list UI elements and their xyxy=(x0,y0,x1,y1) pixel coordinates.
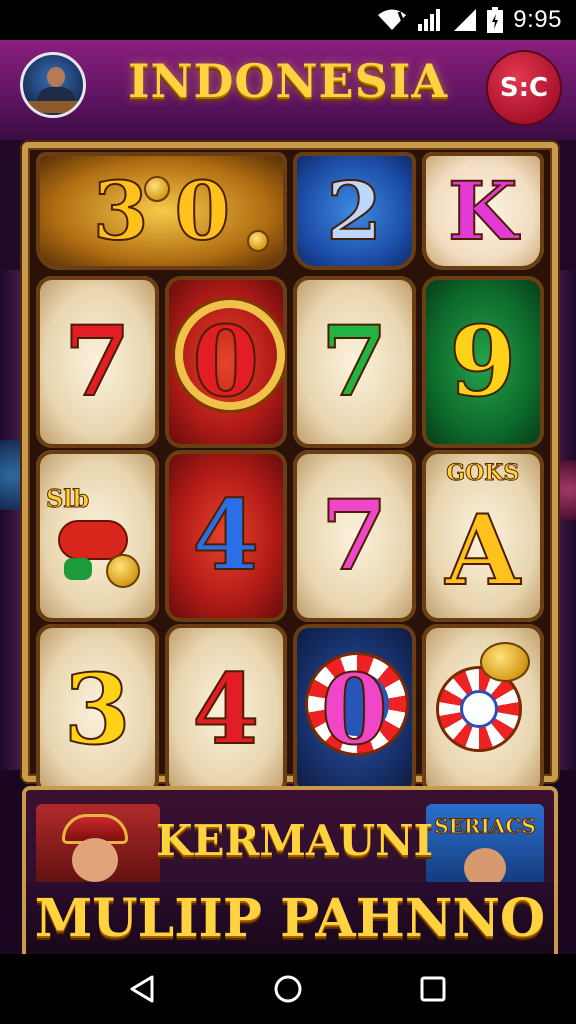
reel-grid: 3 0 2 K 7 0 7 9 Slb 4 7 GOKS A 3 4 0 xyxy=(36,152,544,796)
gem-icon xyxy=(64,558,92,580)
clock: 9:95 xyxy=(513,6,562,33)
reel-symbol-7-red: 7 xyxy=(36,276,159,448)
status-bar: 9:95 xyxy=(0,0,576,40)
presenter-avatar[interactable] xyxy=(20,52,86,118)
game-header: INDONESIA S:C xyxy=(0,40,576,140)
reel-symbol-4-red: 4 xyxy=(164,624,287,796)
reel-symbol-a: GOKS A xyxy=(421,450,544,622)
signal-icon xyxy=(417,8,443,32)
game-title: INDONESIA xyxy=(127,54,449,108)
back-triangle-icon[interactable] xyxy=(123,969,163,1009)
reel-symbol-2: 2 xyxy=(293,152,416,270)
home-circle-icon[interactable] xyxy=(268,969,308,1009)
reel-symbol-k: K xyxy=(421,152,544,270)
reel-symbol-0-red: 0 xyxy=(164,276,287,448)
coin-icon xyxy=(144,176,170,202)
dice-icon xyxy=(247,230,269,252)
promo-banner[interactable]: SERIACS KERMAUNI MULIIP PAHNNO xyxy=(22,786,558,954)
wifi-icon xyxy=(377,8,407,32)
game-screen: INDONESIA S:C 3 0 2 K 7 0 7 9 Slb 4 7 GO… xyxy=(0,40,576,954)
coin-icon xyxy=(106,554,140,588)
reel-symbol-4-blue: 4 xyxy=(164,450,287,622)
reel-symbol-chips xyxy=(421,624,544,796)
reel-symbol-7-magenta: 7 xyxy=(293,450,416,622)
reel-symbol-3-0: 3 0 xyxy=(36,152,287,270)
reel-symbol-9: 9 xyxy=(421,276,544,448)
reel-symbol-0-pink: 0 xyxy=(293,624,416,796)
reel-symbol-3-yellow: 3 xyxy=(36,624,159,796)
king-character-icon xyxy=(36,804,160,886)
slot-reel-frame: 3 0 2 K 7 0 7 9 Slb 4 7 GOKS A 3 4 0 xyxy=(22,142,558,796)
reel-symbol-candy: Slb xyxy=(36,450,159,622)
coin-icon xyxy=(479,642,530,682)
banner-subheadline: MULIIP PAHNNO xyxy=(34,888,546,949)
series-character-icon: SERIACS xyxy=(426,804,544,886)
banner-headline: KERMAUNI xyxy=(156,816,434,865)
recents-square-icon[interactable] xyxy=(413,969,453,1009)
reel-symbol-7-green: 7 xyxy=(293,276,416,448)
battery-icon xyxy=(487,7,504,33)
brand-logo[interactable]: S:C xyxy=(488,52,560,124)
system-nav-bar xyxy=(0,954,576,1024)
signal-icon-2 xyxy=(453,8,477,32)
